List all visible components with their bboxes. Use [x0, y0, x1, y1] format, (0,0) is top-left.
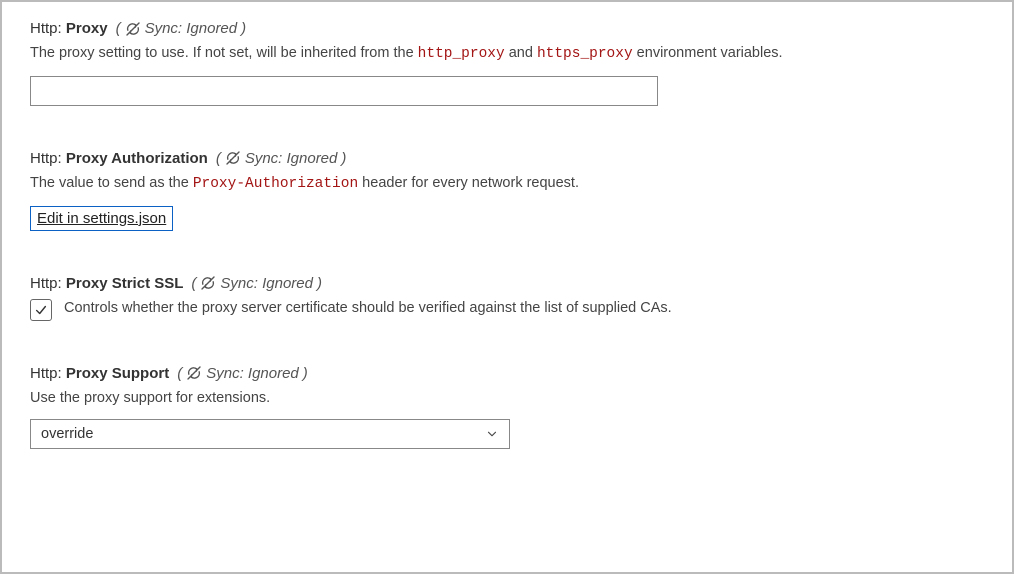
- checkbox-row: Controls whether the proxy server certif…: [30, 298, 984, 321]
- setting-name: Proxy Authorization: [66, 150, 208, 167]
- sync-ignored-badge: ( Sync: Ignored): [116, 20, 247, 37]
- sync-ignored-label: Sync: Ignored: [220, 275, 313, 292]
- sync-off-icon: [225, 150, 241, 166]
- chevron-down-icon: [485, 427, 499, 441]
- setting-http-proxy: Http: Proxy ( Sync: Ignored) The proxy s…: [30, 20, 984, 106]
- sync-off-icon: [125, 21, 141, 37]
- setting-name: Proxy Support: [66, 365, 169, 382]
- setting-prefix: Http: Proxy Support: [30, 365, 169, 382]
- edit-in-settings-json-link[interactable]: Edit in settings.json: [30, 206, 173, 231]
- setting-http-proxy-authorization: Http: Proxy Authorization ( Sync: Ignore…: [30, 150, 984, 231]
- setting-http-proxy-support: Http: Proxy Support ( Sync: Ignored) Use…: [30, 365, 984, 450]
- code-http-proxy: http_proxy: [418, 46, 505, 62]
- setting-description: Use the proxy support for extensions.: [30, 388, 984, 410]
- setting-title-row: Http: Proxy Support ( Sync: Ignored): [30, 365, 984, 382]
- setting-prefix: Http: Proxy Strict SSL: [30, 275, 183, 292]
- setting-name: Proxy Strict SSL: [66, 275, 184, 292]
- sync-off-icon: [200, 275, 216, 291]
- setting-description: The value to send as the Proxy-Authoriza…: [30, 173, 984, 196]
- settings-panel: Http: Proxy ( Sync: Ignored) The proxy s…: [0, 0, 1014, 574]
- proxy-strict-ssl-checkbox[interactable]: [30, 299, 52, 321]
- setting-title-row: Http: Proxy Strict SSL ( Sync: Ignored): [30, 275, 984, 292]
- proxy-input[interactable]: [30, 76, 658, 106]
- setting-http-proxy-strict-ssl: Http: Proxy Strict SSL ( Sync: Ignored) …: [30, 275, 984, 321]
- setting-description: The proxy setting to use. If not set, wi…: [30, 43, 984, 66]
- setting-title-row: Http: Proxy ( Sync: Ignored): [30, 20, 984, 37]
- proxy-support-select[interactable]: override: [30, 419, 510, 449]
- setting-title-row: Http: Proxy Authorization ( Sync: Ignore…: [30, 150, 984, 167]
- sync-ignored-label: Sync: Ignored: [206, 365, 299, 382]
- sync-ignored-label: Sync: Ignored: [145, 20, 238, 37]
- checkbox-label: Controls whether the proxy server certif…: [64, 298, 672, 320]
- sync-off-icon: [186, 365, 202, 381]
- code-proxy-authorization: Proxy-Authorization: [193, 176, 358, 192]
- setting-prefix: Http: Proxy: [30, 20, 108, 37]
- sync-ignored-badge: ( Sync: Ignored): [177, 365, 308, 382]
- sync-ignored-label: Sync: Ignored: [245, 150, 338, 167]
- check-icon: [34, 303, 48, 317]
- setting-prefix: Http: Proxy Authorization: [30, 150, 208, 167]
- sync-ignored-badge: ( Sync: Ignored): [191, 275, 322, 292]
- select-value: override: [41, 426, 93, 442]
- sync-ignored-badge: ( Sync: Ignored): [216, 150, 347, 167]
- setting-name: Proxy: [66, 20, 108, 37]
- code-https-proxy: https_proxy: [537, 46, 633, 62]
